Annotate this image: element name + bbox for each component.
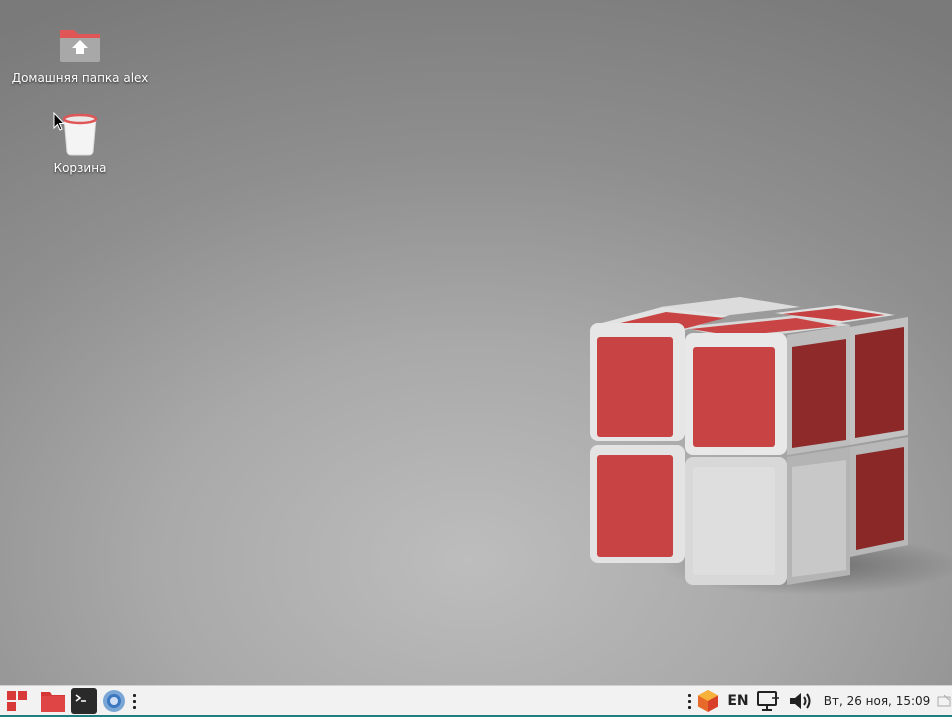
mouse-cursor-icon (53, 112, 65, 131)
browser-button[interactable] (100, 686, 128, 716)
keyboard-layout-indicator[interactable]: EN (723, 686, 753, 716)
keyboard-layout-label: EN (727, 693, 749, 709)
clock[interactable]: Вт, 26 ноя, 15:09 (822, 686, 932, 716)
more-dots-icon (687, 693, 691, 709)
show-desktop-button[interactable] (936, 686, 952, 716)
clock-label: Вт, 26 ноя, 15:09 (823, 694, 931, 708)
network-monitor-icon (757, 691, 779, 711)
speaker-volume-icon (790, 693, 811, 709)
browser-icon (103, 690, 125, 712)
desktop-icon-label: Домашняя папка alex (11, 71, 149, 85)
taskbar: EN Вт, 26 ноя, 15:09 (0, 685, 952, 717)
cube-wallpaper-art (590, 297, 952, 595)
file-manager-icon (41, 692, 65, 712)
start-menu-button[interactable] (4, 686, 30, 716)
start-menu-icon (7, 691, 27, 711)
desktop-icon-label: Корзина (53, 161, 107, 175)
desktop-icon-trash[interactable]: Корзина (10, 110, 150, 175)
desktop[interactable]: Домашняя папка alex Корзина (0, 0, 952, 685)
network-button[interactable] (754, 686, 782, 716)
tray-overflow-button[interactable] (683, 686, 695, 716)
terminal-button[interactable] (69, 686, 99, 716)
more-dots-icon (132, 693, 136, 709)
file-manager-button[interactable] (38, 686, 68, 716)
tray-app-button[interactable] (696, 686, 720, 716)
package-hexagon-icon (698, 690, 718, 712)
home-folder-icon (60, 30, 100, 62)
volume-button[interactable] (786, 686, 814, 716)
terminal-icon (71, 688, 97, 714)
show-desktop-icon (937, 694, 951, 707)
desktop-icon-home-folder[interactable]: Домашняя папка alex (10, 20, 150, 85)
launcher-overflow-button[interactable] (128, 686, 140, 716)
